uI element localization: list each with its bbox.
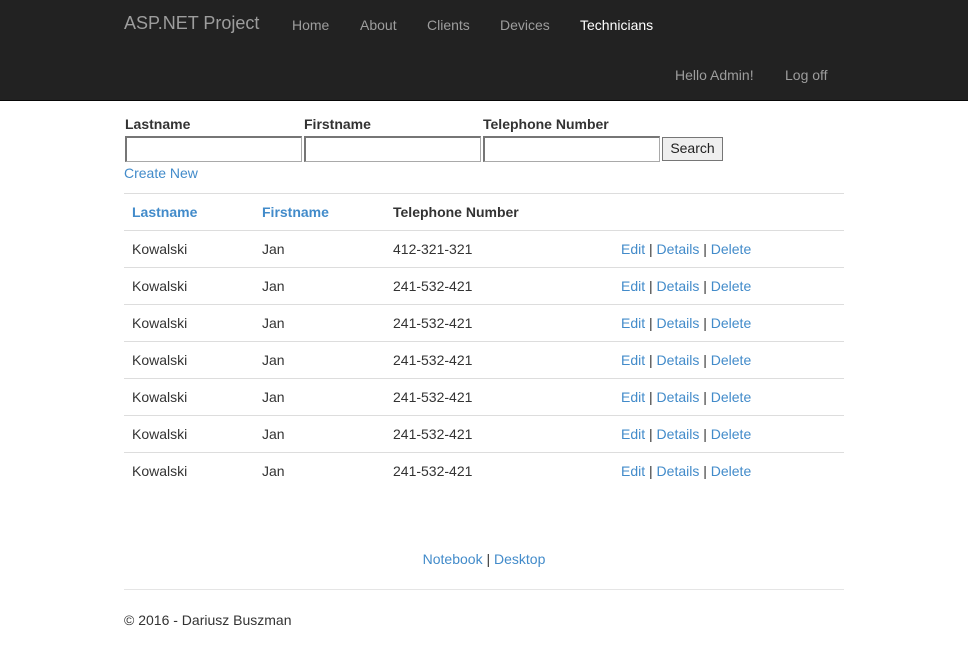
table-header-row: Lastname Firstname Telephone Number: [124, 193, 844, 230]
firstname-label: Firstname: [304, 116, 371, 132]
table-row: Kowalski Jan 412-321-321 Edit | Details | D…: [124, 230, 844, 267]
table-row: Kowalski Jan 241-532-421 Edit | Details | D…: [124, 304, 844, 341]
cell-lastname: Kowalski: [132, 463, 188, 479]
cell-lastname: Kowalski: [132, 315, 188, 331]
action-separator: |: [649, 463, 653, 479]
phone-search-input[interactable]: [483, 136, 660, 162]
edit-link[interactable]: Edit: [621, 241, 645, 257]
cell-lastname: Kowalski: [132, 352, 188, 368]
nav-devices[interactable]: Devices: [500, 17, 550, 33]
firstname-search-input[interactable]: [304, 136, 481, 162]
cell-phone: 412-321-321: [393, 241, 473, 257]
action-separator: |: [703, 278, 707, 294]
footer-separator: |: [486, 551, 491, 567]
copyright: © 2016 - Dariusz Buszman: [124, 612, 292, 628]
edit-link[interactable]: Edit: [621, 426, 645, 442]
action-separator: |: [649, 278, 653, 294]
delete-link[interactable]: Delete: [711, 241, 751, 257]
row-actions: Edit | Details | Delete: [621, 241, 751, 257]
details-link[interactable]: Details: [657, 278, 700, 294]
details-link[interactable]: Details: [657, 463, 700, 479]
cell-firstname: Jan: [262, 389, 285, 405]
row-actions: Edit | Details | Delete: [621, 463, 751, 479]
technicians-table: Lastname Firstname Telephone Number Kowa…: [124, 193, 844, 489]
details-link[interactable]: Details: [657, 352, 700, 368]
table-row: Kowalski Jan 241-532-421 Edit | Details | D…: [124, 267, 844, 304]
edit-link[interactable]: Edit: [621, 278, 645, 294]
delete-link[interactable]: Delete: [711, 352, 751, 368]
notebook-link[interactable]: Notebook: [423, 551, 483, 567]
delete-link[interactable]: Delete: [711, 315, 751, 331]
action-separator: |: [703, 352, 707, 368]
cell-phone: 241-532-421: [393, 389, 473, 405]
search-button[interactable]: Search: [662, 137, 723, 161]
action-separator: |: [649, 389, 653, 405]
details-link[interactable]: Details: [657, 389, 700, 405]
delete-link[interactable]: Delete: [711, 278, 751, 294]
row-actions: Edit | Details | Delete: [621, 426, 751, 442]
action-separator: |: [703, 241, 707, 257]
sort-firstname-link[interactable]: Firstname: [262, 204, 329, 220]
create-new-link[interactable]: Create New: [124, 165, 198, 181]
cell-firstname: Jan: [262, 426, 285, 442]
nav-technicians[interactable]: Technicians: [580, 17, 653, 33]
cell-lastname: Kowalski: [132, 426, 188, 442]
brand-link[interactable]: ASP.NET Project: [124, 13, 259, 34]
delete-link[interactable]: Delete: [711, 426, 751, 442]
action-separator: |: [649, 352, 653, 368]
sort-lastname-link[interactable]: Lastname: [132, 204, 197, 220]
cell-phone: 241-532-421: [393, 352, 473, 368]
cell-lastname: Kowalski: [132, 278, 188, 294]
footer-links: Notebook | Desktop: [0, 551, 968, 567]
details-link[interactable]: Details: [657, 315, 700, 331]
edit-link[interactable]: Edit: [621, 352, 645, 368]
table-row: Kowalski Jan 241-532-421 Edit | Details | D…: [124, 452, 844, 489]
table-row: Kowalski Jan 241-532-421 Edit | Details | D…: [124, 378, 844, 415]
row-actions: Edit | Details | Delete: [621, 278, 751, 294]
logoff-link[interactable]: Log off: [785, 67, 828, 83]
cell-phone: 241-532-421: [393, 463, 473, 479]
navbar: ASP.NET Project Home About Clients Devic…: [0, 0, 968, 101]
lastname-label: Lastname: [125, 116, 191, 132]
row-actions: Edit | Details | Delete: [621, 352, 751, 368]
action-separator: |: [703, 315, 707, 331]
desktop-link[interactable]: Desktop: [494, 551, 545, 567]
table-row: Kowalski Jan 241-532-421 Edit | Details | D…: [124, 415, 844, 452]
lastname-search-input[interactable]: [125, 136, 302, 162]
delete-link[interactable]: Delete: [711, 463, 751, 479]
footer-divider: [124, 589, 844, 590]
table-row: Kowalski Jan 241-532-421 Edit | Details | D…: [124, 341, 844, 378]
nav-about[interactable]: About: [360, 17, 397, 33]
cell-phone: 241-532-421: [393, 315, 473, 331]
action-separator: |: [649, 241, 653, 257]
row-actions: Edit | Details | Delete: [621, 389, 751, 405]
edit-link[interactable]: Edit: [621, 389, 645, 405]
action-separator: |: [703, 463, 707, 479]
action-separator: |: [703, 426, 707, 442]
cell-firstname: Jan: [262, 463, 285, 479]
cell-phone: 241-532-421: [393, 426, 473, 442]
details-link[interactable]: Details: [657, 241, 700, 257]
delete-link[interactable]: Delete: [711, 389, 751, 405]
action-separator: |: [703, 389, 707, 405]
cell-phone: 241-532-421: [393, 278, 473, 294]
cell-firstname: Jan: [262, 241, 285, 257]
nav-home[interactable]: Home: [292, 17, 329, 33]
cell-lastname: Kowalski: [132, 389, 188, 405]
cell-lastname: Kowalski: [132, 241, 188, 257]
cell-firstname: Jan: [262, 352, 285, 368]
row-actions: Edit | Details | Delete: [621, 315, 751, 331]
cell-firstname: Jan: [262, 278, 285, 294]
edit-link[interactable]: Edit: [621, 463, 645, 479]
action-separator: |: [649, 426, 653, 442]
action-separator: |: [649, 315, 653, 331]
cell-firstname: Jan: [262, 315, 285, 331]
nav-clients[interactable]: Clients: [427, 17, 470, 33]
details-link[interactable]: Details: [657, 426, 700, 442]
phone-label: Telephone Number: [483, 116, 609, 132]
edit-link[interactable]: Edit: [621, 315, 645, 331]
hello-admin-link[interactable]: Hello Admin!: [675, 67, 754, 83]
header-phone: Telephone Number: [393, 204, 519, 220]
